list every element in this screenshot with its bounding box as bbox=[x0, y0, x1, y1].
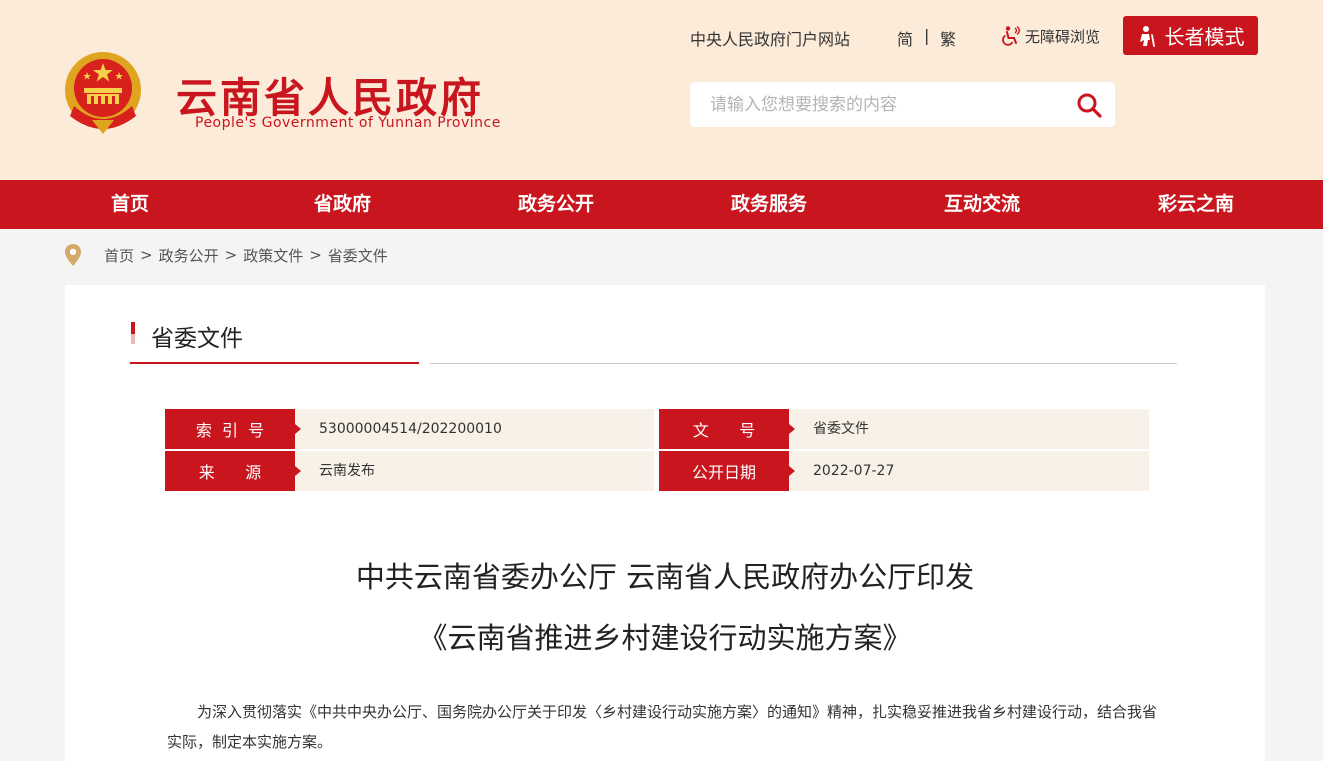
language-separator: | bbox=[924, 26, 930, 45]
search-icon[interactable] bbox=[1075, 91, 1103, 119]
meta-doc-no-row: 文 号 省委文件 bbox=[659, 409, 1149, 449]
meta-doc-no-label: 文 号 bbox=[659, 409, 795, 449]
meta-date-value: 2022-07-27 bbox=[813, 463, 895, 479]
document-title-line1: 中共云南省委办公厅 云南省人民政府办公厅印发 bbox=[355, 560, 975, 594]
breadcrumb-separator: > bbox=[140, 246, 153, 264]
elder-mode-button[interactable]: 长者模式 bbox=[1123, 16, 1258, 55]
meta-source-row: 来 源 云南发布 bbox=[165, 451, 654, 491]
meta-index-row: 索 引 号 53000004514/202200010 bbox=[165, 409, 654, 449]
breadcrumb-separator: > bbox=[224, 246, 238, 264]
main-nav: 首页 省政府 政务公开 政务服务 互动交流 彩云之南 bbox=[0, 180, 1323, 229]
elder-mode-label: 长者模式 bbox=[1164, 25, 1245, 49]
nav-item-provincial-gov[interactable]: 省政府 bbox=[314, 180, 371, 229]
traditional-chinese-link[interactable]: 繁 bbox=[940, 26, 956, 50]
breadcrumb-gov-affairs-open[interactable]: 政务公开 bbox=[159, 245, 219, 266]
nav-item-gov-affairs-open[interactable]: 政务公开 bbox=[518, 180, 594, 229]
nav-item-interaction[interactable]: 互动交流 bbox=[944, 180, 1020, 229]
simplified-chinese-link[interactable]: 简 bbox=[897, 26, 913, 50]
breadcrumb-policy-docs[interactable]: 政策文件 bbox=[243, 245, 303, 266]
breadcrumb-party-committee-docs[interactable]: 省委文件 bbox=[328, 245, 388, 266]
meta-date-label: 公开日期 bbox=[659, 451, 795, 491]
breadcrumb-separator: > bbox=[309, 246, 322, 264]
nav-item-colorful-yunnan[interactable]: 彩云之南 bbox=[1158, 180, 1234, 229]
accessibility-label: 无障碍浏览 bbox=[1025, 27, 1101, 46]
site-subtitle: People's Government of Yunnan Province bbox=[195, 115, 501, 131]
meta-date-row: 公开日期 2022-07-27 bbox=[659, 451, 1149, 491]
central-gov-portal-link[interactable]: 中央人民政府门户网站 bbox=[690, 26, 850, 50]
meta-index-value: 53000004514/202200010 bbox=[319, 421, 502, 437]
section-title: 省委文件 bbox=[151, 326, 243, 352]
section-title-accent bbox=[131, 322, 135, 344]
wheelchair-icon bbox=[1002, 25, 1020, 46]
meta-source-value: 云南发布 bbox=[319, 463, 375, 479]
content-panel: 省委文件 索 引 号 53000004514/202200010 文 号 省委文… bbox=[65, 285, 1265, 761]
breadcrumb: 首页 > 政务公开 > 政策文件 > 省委文件 bbox=[64, 243, 388, 267]
meta-index-label: 索 引 号 bbox=[165, 409, 301, 449]
search-box bbox=[690, 82, 1115, 127]
document-title-line2: 《云南省推进乡村建设行动实施方案》 bbox=[418, 621, 912, 655]
elder-person-icon bbox=[1139, 25, 1155, 47]
national-emblem-icon bbox=[65, 52, 141, 134]
accessibility-link[interactable]: 无障碍浏览 bbox=[1000, 24, 1100, 48]
location-pin-icon bbox=[65, 244, 81, 266]
search-input[interactable] bbox=[690, 82, 1070, 127]
section-underline bbox=[130, 362, 419, 364]
breadcrumb-home[interactable]: 首页 bbox=[104, 245, 134, 266]
nav-item-gov-services[interactable]: 政务服务 bbox=[731, 180, 807, 229]
section-divider bbox=[430, 363, 1177, 364]
nav-item-home[interactable]: 首页 bbox=[111, 180, 149, 229]
meta-source-label: 来 源 bbox=[165, 451, 301, 491]
meta-doc-no-value: 省委文件 bbox=[813, 421, 869, 437]
document-paragraph: 为深入贯彻落实《中共中央办公厅、国务院办公厅关于印发〈乡村建设行动实施方案〉的通… bbox=[167, 703, 1158, 751]
site-header: 云南省人民政府 People's Government of Yunnan Pr… bbox=[0, 0, 1323, 180]
